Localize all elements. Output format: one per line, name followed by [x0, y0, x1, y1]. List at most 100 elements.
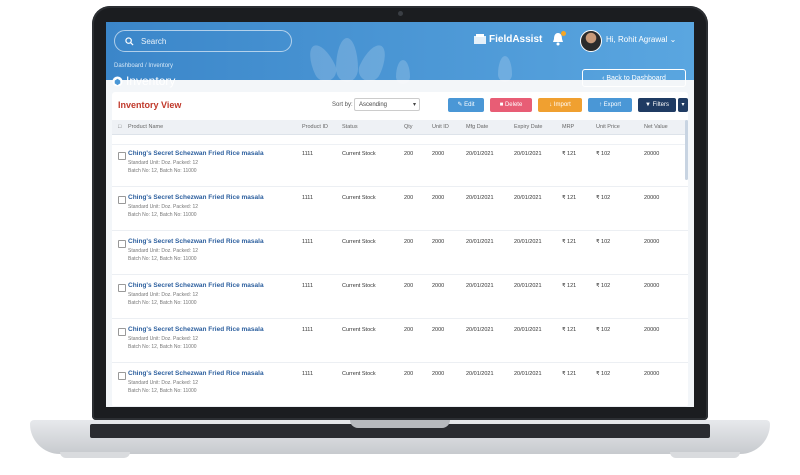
cell-price: ₹ 102 — [596, 327, 611, 333]
col-expiry-date[interactable]: Expiry Date — [514, 120, 542, 134]
notification-badge — [561, 31, 566, 36]
cell-qty: 200 — [404, 195, 414, 201]
cell-exp: 20/01/2021 — [514, 283, 542, 289]
col-mrp[interactable]: MRP — [562, 120, 574, 134]
laptop-notch — [350, 420, 450, 428]
sort-select[interactable]: Ascending ▾ — [354, 98, 420, 111]
product-batch-info: Batch No: 12, Batch No: 11000 — [128, 212, 197, 218]
table-row[interactable]: Ching's Secret Schezwan Fried Rice masal… — [112, 234, 688, 275]
product-name-link[interactable]: Ching's Secret Schezwan Fried Rice masal… — [128, 238, 264, 245]
product-unit-info: Standard Unit: Doz. Packed: 12 — [128, 160, 199, 166]
cell-id: 1111 — [302, 195, 314, 201]
delete-button[interactable]: ■ Delete — [490, 98, 532, 112]
product-name-link[interactable]: Ching's Secret Schezwan Fried Rice masal… — [128, 194, 264, 201]
cell-qty: 200 — [404, 327, 414, 333]
cell-id: 1111 — [302, 283, 314, 289]
product-name-link[interactable]: Ching's Secret Schezwan Fried Rice masal… — [128, 326, 264, 333]
col-qty[interactable]: Qty — [404, 120, 413, 134]
product-name-link[interactable]: Ching's Secret Schezwan Fried Rice masal… — [128, 282, 264, 289]
search-icon — [125, 37, 134, 46]
product-batch-info: Batch No: 12, Batch No: 11000 — [128, 388, 197, 394]
delete-icon: ■ — [499, 102, 504, 108]
cell-price: ₹ 102 — [596, 371, 611, 377]
laptop-lid: Search FieldAssist Hi, Rohit Agrawal ⌄ D… — [92, 6, 708, 420]
app-header: Search FieldAssist Hi, Rohit Agrawal ⌄ D… — [106, 22, 694, 88]
cell-unit: 2000 — [432, 283, 445, 289]
panel-title: Inventory View — [118, 100, 182, 110]
cell-status: Current Stock — [342, 239, 376, 245]
import-button[interactable]: ↓ Import — [538, 98, 582, 112]
row-checkbox[interactable] — [118, 284, 126, 292]
product-unit-info: Standard Unit: Doz. Packed: 12 — [128, 204, 199, 210]
cell-qty: 200 — [404, 283, 414, 289]
cell-id: 1111 — [302, 371, 314, 377]
col-unit-price[interactable]: Unit Price — [596, 120, 620, 134]
product-unit-info: Standard Unit: Doz. Packed: 12 — [128, 380, 199, 386]
col-product-id[interactable]: Product ID — [302, 120, 328, 134]
table-row[interactable]: Ching's Secret Schezwan Fried Rice masal… — [112, 278, 688, 319]
row-checkbox[interactable] — [118, 240, 126, 248]
avatar[interactable] — [580, 30, 602, 52]
cell-mrp: ₹ 121 — [562, 151, 577, 157]
back-arrow-icon: ‹ — [602, 75, 605, 82]
edit-button[interactable]: ✎ Edit — [448, 98, 484, 112]
cell-exp: 20/01/2021 — [514, 151, 542, 157]
cell-unit: 2000 — [432, 371, 445, 377]
table-header: □ Product Name Product ID Status Qty Uni… — [112, 120, 688, 135]
export-button[interactable]: ↑ Export — [588, 98, 632, 112]
table-row[interactable]: Ching's Secret Schezwan Fried Rice masal… — [112, 322, 688, 363]
column-filter-row[interactable] — [112, 134, 688, 145]
cell-net: 20000 — [644, 327, 660, 333]
col-status[interactable]: Status — [342, 120, 358, 134]
cell-unit: 2000 — [432, 239, 445, 245]
col-product-name[interactable]: Product Name — [128, 120, 163, 134]
cell-qty: 200 — [404, 151, 414, 157]
col-unit-id[interactable]: Unit ID — [432, 120, 449, 134]
cell-mfg: 20/01/2021 — [466, 327, 494, 333]
cell-net: 20000 — [644, 195, 660, 201]
fieldassist-logo[interactable]: FieldAssist — [474, 34, 542, 45]
sort-label: Sort by: — [332, 102, 353, 108]
row-checkbox[interactable] — [118, 152, 126, 160]
import-icon: ↓ — [549, 102, 553, 108]
product-batch-info: Batch No: 12, Batch No: 11000 — [128, 168, 197, 174]
table-row[interactable]: Ching's Secret Schezwan Fried Rice masal… — [112, 190, 688, 231]
select-all-checkbox[interactable]: □ — [118, 120, 121, 134]
webcam — [398, 11, 403, 16]
product-batch-info: Batch No: 12, Batch No: 11000 — [128, 256, 197, 262]
cell-mrp: ₹ 121 — [562, 327, 577, 333]
product-batch-info: Batch No: 12, Batch No: 11000 — [128, 300, 197, 306]
col-net-value[interactable]: Net Value — [644, 120, 668, 134]
product-name-link[interactable]: Ching's Secret Schezwan Fried Rice masal… — [128, 150, 264, 157]
row-checkbox[interactable] — [118, 372, 126, 380]
product-name-link[interactable]: Ching's Secret Schezwan Fried Rice masal… — [128, 370, 264, 377]
filters-dropdown-button[interactable]: ▾ — [678, 98, 688, 112]
back-to-dashboard-button[interactable]: ‹ Back to Dashboard — [582, 69, 686, 87]
user-menu[interactable]: Hi, Rohit Agrawal ⌄ — [606, 35, 676, 44]
col-mfg-date[interactable]: Mfg Date — [466, 120, 488, 134]
inventory-icon — [112, 76, 123, 87]
product-unit-info: Standard Unit: Doz. Packed: 12 — [128, 248, 199, 254]
chevron-down-icon: ⌄ — [669, 35, 677, 44]
row-checkbox[interactable] — [118, 328, 126, 336]
cell-price: ₹ 102 — [596, 283, 611, 289]
cell-unit: 2000 — [432, 151, 445, 157]
cell-unit: 2000 — [432, 327, 445, 333]
cell-mfg: 20/01/2021 — [466, 371, 494, 377]
table-row[interactable]: Ching's Secret Schezwan Fried Rice masal… — [112, 146, 688, 187]
cell-exp: 20/01/2021 — [514, 327, 542, 333]
breadcrumb: Dashboard / Inventory — [114, 63, 174, 69]
table-row[interactable]: Ching's Secret Schezwan Fried Rice masal… — [112, 366, 688, 407]
cell-mfg: 20/01/2021 — [466, 151, 494, 157]
cell-price: ₹ 102 — [596, 195, 611, 201]
search-placeholder: Search — [141, 37, 167, 46]
search-input[interactable]: Search — [114, 30, 292, 52]
row-checkbox[interactable] — [118, 196, 126, 204]
cell-id: 1111 — [302, 151, 314, 157]
cell-status: Current Stock — [342, 283, 376, 289]
cell-price: ₹ 102 — [596, 151, 611, 157]
notification-bell[interactable] — [552, 31, 566, 51]
cell-mfg: 20/01/2021 — [466, 239, 494, 245]
filters-button[interactable]: ▼ Filters — [638, 98, 676, 112]
cell-mrp: ₹ 121 — [562, 239, 577, 245]
